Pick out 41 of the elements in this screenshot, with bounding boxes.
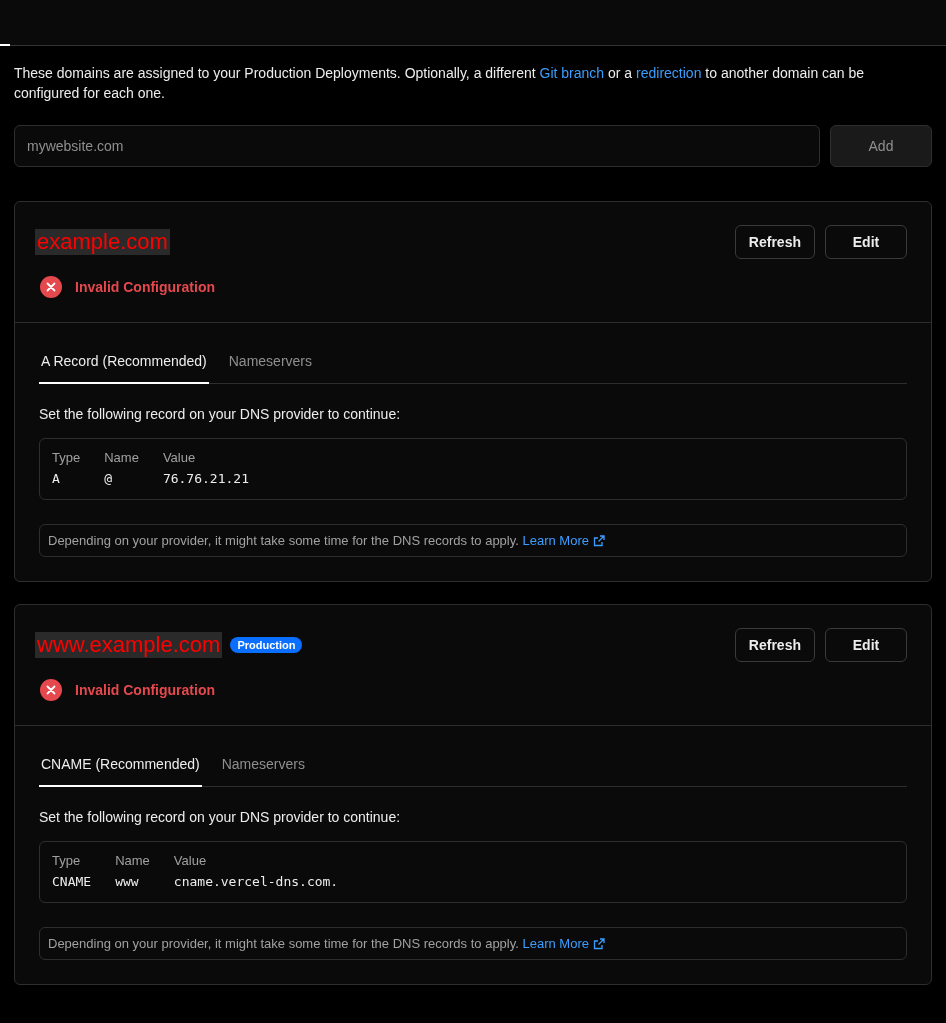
record-tab[interactable]: Nameservers [219,746,307,787]
external-link-icon [593,937,605,950]
tab-indicator [0,44,10,46]
column-header: Value [173,853,208,868]
domain-input[interactable]: mywebsite.com [14,125,820,167]
error-icon [40,679,62,701]
external-link-icon [593,534,605,547]
git-branch-link[interactable]: Git branch [539,65,605,81]
add-button[interactable]: Add [830,125,932,167]
record-tab[interactable]: CNAME (Recommended) [39,746,202,787]
refresh-button[interactable]: Refresh [734,628,815,662]
instruction-text: Set the following record on your DNS provider to continue: [39,406,402,422]
intro-text: These domains are assigned to your Production Deployments. Optionally, a different Git branch or a redirection to another domain can be configured for each one. [14,64,866,103]
record-tab[interactable]: Nameservers [226,343,314,384]
edit-button[interactable]: Edit [825,628,907,662]
production-badge: Production [230,637,303,653]
error-icon [40,276,62,298]
record-value: CNAME [52,874,92,889]
domain-name: example.com [35,229,170,255]
record-value: A [52,471,61,486]
status-text: Invalid Configuration [75,279,215,295]
record-value: www [115,874,140,889]
redirection-link[interactable]: redirection [636,65,702,81]
edit-button[interactable]: Edit [825,225,907,259]
note-text: Depending on your provider, it might take some time for the DNS records to apply. Learn More [48,936,589,951]
status-text: Invalid Configuration [75,682,215,698]
column-header: Name [115,853,150,868]
domain-name: www.example.com [35,632,223,658]
column-header: Name [104,450,139,465]
note-text: Depending on your provider, it might take some time for the DNS records to apply. Learn More [48,533,589,548]
record-value: 76.76.21.21 [162,471,250,486]
instruction-text: Set the following record on your DNS provider to continue: [39,809,402,825]
column-header: Type [52,853,82,868]
column-header: Value [162,450,197,465]
refresh-button[interactable]: Refresh [734,225,815,259]
learn-more-link[interactable]: Learn More [522,533,589,548]
learn-more-link[interactable]: Learn More [522,936,589,951]
record-value: cname.vercel-dns.com. [173,874,340,889]
column-header: Type [52,450,81,465]
record-value: @ [104,471,113,486]
record-tab[interactable]: A Record (Recommended) [39,343,209,384]
